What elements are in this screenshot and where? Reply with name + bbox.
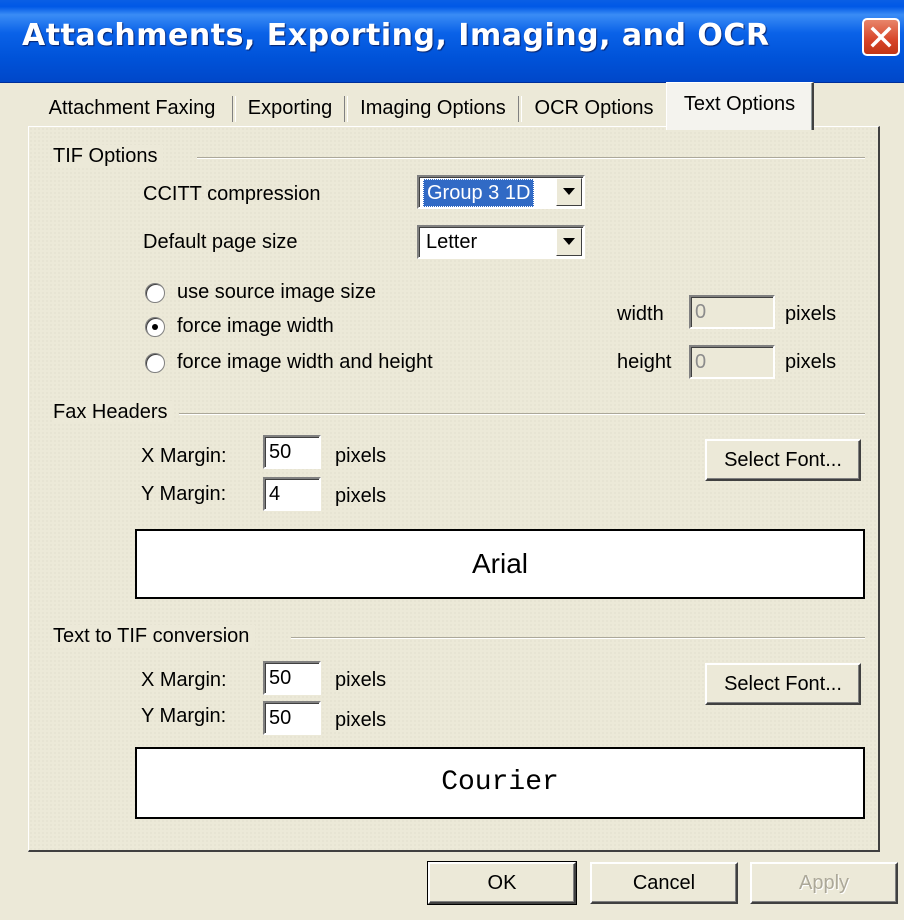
fax-y-margin-input[interactable]: 4 — [263, 477, 321, 511]
fax-x-margin-label: X Margin: — [141, 445, 227, 467]
fax-x-margin-unit: pixels — [335, 445, 387, 467]
window-title: Attachments, Exporting, Imaging, and OCR — [22, 18, 770, 53]
ok-button[interactable]: OK — [427, 861, 577, 905]
group-divider — [197, 157, 865, 159]
text-select-font-button[interactable]: Select Font... — [705, 663, 861, 705]
close-button[interactable] — [862, 18, 900, 56]
ccitt-compression-label: CCITT compression — [143, 183, 321, 205]
group-divider — [179, 413, 865, 415]
tab-separator — [518, 96, 522, 122]
text-x-margin-input[interactable]: 50 — [263, 661, 321, 695]
apply-button[interactable]: Apply — [750, 862, 898, 904]
fax-headers-group-label: Fax Headers — [53, 401, 174, 424]
tif-options-group-label: TIF Options — [53, 145, 164, 168]
fax-font-preview: Arial — [135, 529, 865, 599]
tab-exporting[interactable]: Exporting — [238, 90, 342, 126]
tab-panel: TIF Options CCITT compression Group 3 1D… — [28, 126, 880, 852]
cancel-button[interactable]: Cancel — [590, 862, 738, 904]
tab-attachment-faxing[interactable]: Attachment Faxing — [34, 90, 230, 126]
text-font-preview: Courier — [135, 747, 865, 819]
page-size-select[interactable]: Letter — [417, 225, 585, 259]
fax-y-margin-unit: pixels — [335, 485, 387, 507]
text-y-margin-input[interactable]: 50 — [263, 701, 321, 735]
group-divider — [291, 637, 865, 639]
ccitt-compression-value: Group 3 1D — [423, 179, 535, 207]
dropdown-button[interactable] — [556, 178, 582, 206]
close-icon — [870, 26, 892, 48]
radio-force-width-height[interactable] — [145, 353, 165, 373]
default-page-size-label: Default page size — [143, 231, 298, 253]
fax-select-font-button[interactable]: Select Font... — [705, 439, 861, 481]
text-x-margin-unit: pixels — [335, 669, 387, 691]
radio-selected-dot — [152, 324, 158, 330]
tab-text-options[interactable]: Text Options — [666, 82, 814, 130]
width-input[interactable]: 0 — [689, 295, 775, 329]
radio-force-width-label[interactable]: force image width — [177, 315, 334, 338]
radio-use-source-size[interactable] — [145, 283, 165, 303]
width-label: width — [617, 303, 664, 325]
dialog-window: Attachments, Exporting, Imaging, and OCR… — [0, 0, 904, 920]
chevron-down-icon — [563, 238, 575, 245]
radio-force-width-height-label[interactable]: force image width and height — [177, 351, 433, 374]
text-x-margin-label: X Margin: — [141, 669, 227, 691]
height-label: height — [617, 351, 672, 373]
page-size-value: Letter — [426, 231, 478, 253]
height-unit: pixels — [785, 351, 837, 373]
chevron-down-icon — [563, 188, 575, 195]
height-input[interactable]: 0 — [689, 345, 775, 379]
text-y-margin-label: Y Margin: — [141, 705, 227, 727]
ccitt-compression-select[interactable]: Group 3 1D — [417, 175, 585, 209]
dropdown-button[interactable] — [556, 228, 582, 256]
radio-force-width[interactable] — [145, 317, 165, 337]
width-unit: pixels — [785, 303, 837, 325]
text-to-tif-group-label: Text to TIF conversion — [53, 625, 256, 648]
text-y-margin-unit: pixels — [335, 709, 387, 731]
tab-ocr-options[interactable]: OCR Options — [524, 90, 664, 126]
tab-separator — [344, 96, 348, 122]
fax-y-margin-label: Y Margin: — [141, 483, 227, 505]
tab-separator — [232, 96, 236, 122]
title-bar[interactable]: Attachments, Exporting, Imaging, and OCR — [0, 0, 904, 83]
tab-imaging-options[interactable]: Imaging Options — [350, 90, 516, 126]
fax-x-margin-input[interactable]: 50 — [263, 435, 321, 469]
radio-use-source-size-label[interactable]: use source image size — [177, 281, 376, 304]
